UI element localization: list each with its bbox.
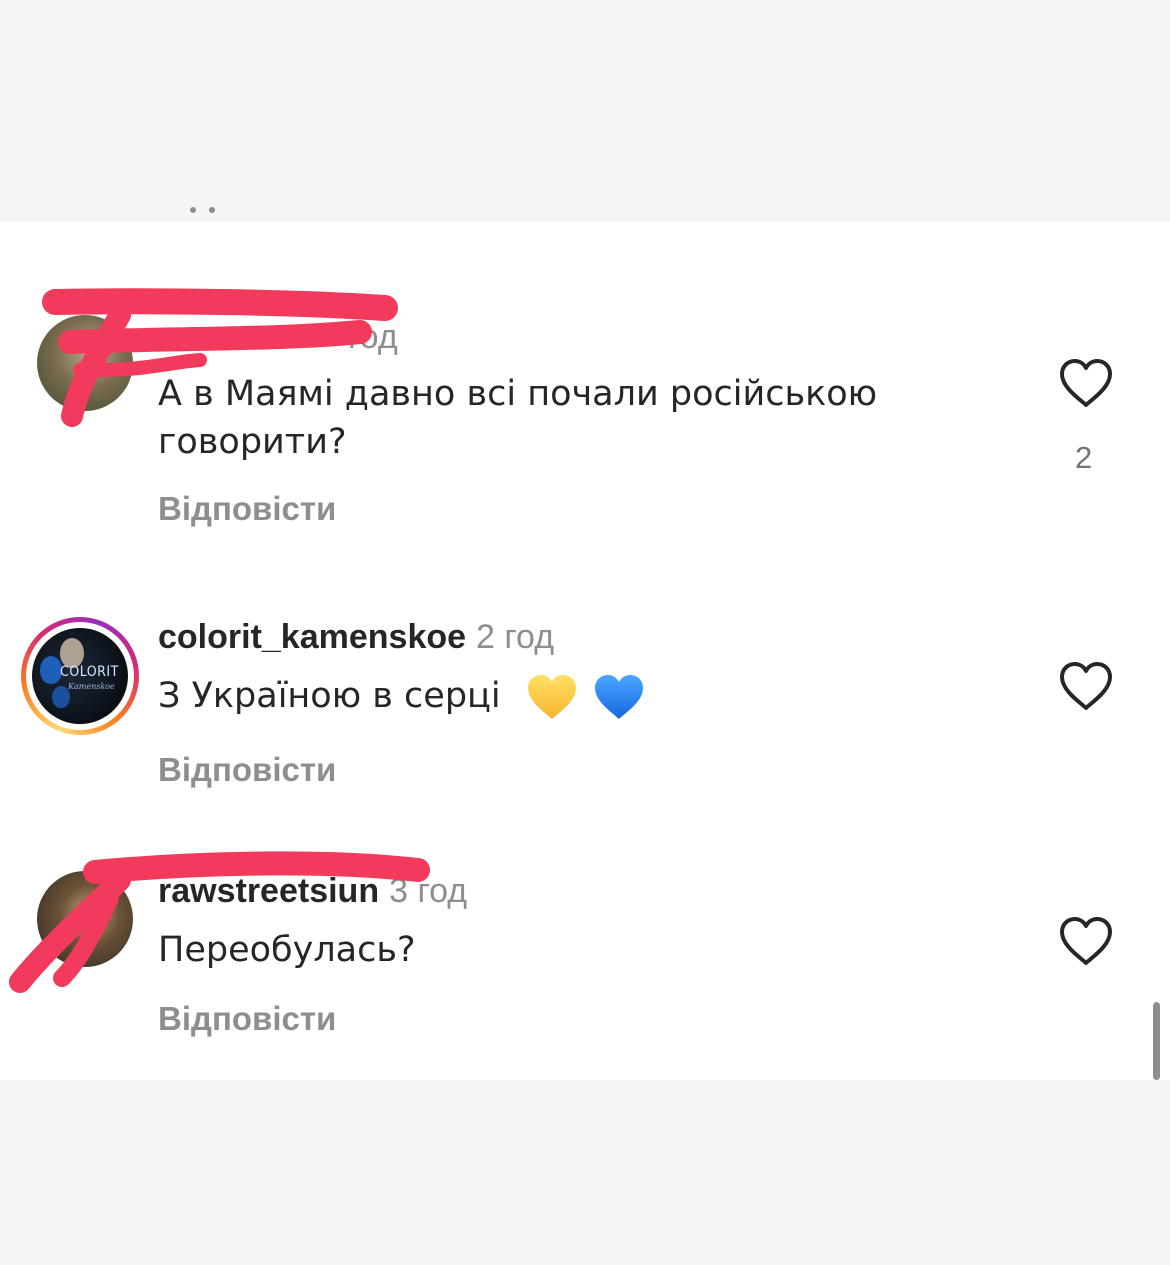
comment-time: год	[348, 318, 398, 356]
avatar[interactable]	[37, 315, 133, 411]
comment-text: З Україною в серці	[158, 672, 645, 721]
comment-text: А в Маямі давно всі почали російською го…	[158, 370, 877, 466]
comment-text-line: говорити?	[158, 422, 347, 462]
like-count[interactable]: 2	[1075, 440, 1092, 476]
username-text[interactable]: colorit_kamenskoe	[158, 618, 466, 656]
avatar-brand-text: COLORIT	[60, 664, 119, 680]
comment-text-line: А в Маямі давно всі почали російською	[158, 374, 878, 414]
comment-time: 2 год	[476, 618, 555, 656]
top-blank-area	[0, 0, 1170, 222]
heart-outline-icon[interactable]	[1059, 916, 1113, 966]
bottom-blank-area	[0, 1080, 1170, 1265]
blue-heart-emoji	[594, 675, 643, 719]
username-text[interactable]: rawstreetsiun	[158, 872, 379, 910]
heart-outline-icon[interactable]	[1059, 358, 1113, 408]
comment-username[interactable]: rawstreetsiun 3 год	[158, 872, 467, 911]
comment-username[interactable]: colorit_kamenskoe 2 год	[158, 618, 554, 657]
reply-button[interactable]: Відповісти	[158, 490, 336, 528]
scrollbar[interactable]	[1153, 1002, 1160, 1080]
story-ring[interactable]: COLORIT Kamenskoe	[21, 617, 139, 735]
reply-button[interactable]: Відповісти	[158, 1000, 336, 1038]
avatar-script-text: Kamenskoe	[68, 682, 115, 691]
comment-time: 3 год	[389, 872, 468, 910]
avatar: COLORIT Kamenskoe	[32, 628, 128, 724]
reply-button[interactable]: Відповісти	[158, 751, 336, 789]
cut-off-previous-comment	[185, 205, 225, 225]
comment-text-line: Переобулась?	[158, 930, 416, 970]
comment-text: Переобулась?	[158, 926, 416, 974]
comment-username[interactable]: год	[158, 318, 398, 357]
heart-outline-icon[interactable]	[1059, 661, 1113, 711]
comment-text-line: З Україною в серці	[158, 676, 501, 716]
yellow-heart-emoji	[527, 675, 576, 719]
avatar[interactable]	[37, 871, 133, 967]
